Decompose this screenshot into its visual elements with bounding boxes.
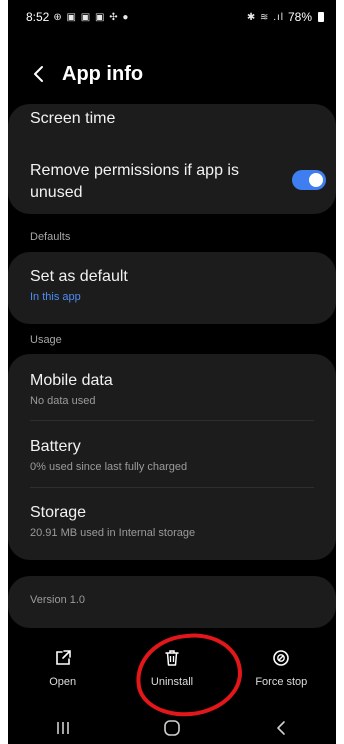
card-version: Version 1.0 bbox=[8, 576, 336, 628]
mobile-data-subtitle: No data used bbox=[30, 395, 96, 407]
defaults-section-label: Defaults bbox=[30, 231, 71, 243]
storage-subtitle: 20.91 MB used in Internal storage bbox=[30, 527, 196, 539]
battery-subtitle: 0% used since last fully charged bbox=[30, 461, 188, 473]
system-navigation-bar bbox=[8, 712, 336, 744]
back-arrow-icon[interactable] bbox=[28, 63, 50, 85]
set-as-default-item[interactable]: Set as default In this app bbox=[30, 266, 128, 303]
remove-permissions-toggle[interactable] bbox=[292, 170, 326, 190]
open-label: Open bbox=[49, 676, 77, 688]
recent-apps-icon[interactable] bbox=[43, 716, 83, 740]
force-stop-label: Force stop bbox=[255, 676, 308, 688]
version-text: Version 1.0 bbox=[30, 594, 86, 606]
battery-item[interactable]: Battery 0% used since last fully charged bbox=[30, 436, 187, 473]
card-usage: Mobile data No data used Battery 0% used… bbox=[8, 354, 336, 560]
battery-icon bbox=[318, 12, 324, 22]
remove-permissions-line1: Remove permissions if app is bbox=[30, 162, 239, 179]
force-stop-button[interactable]: Force stop bbox=[231, 648, 331, 688]
set-as-default-title: Set as default bbox=[30, 268, 128, 285]
remove-permissions-line2: unused bbox=[30, 184, 83, 201]
storage-title: Storage bbox=[30, 504, 87, 521]
status-time: 8:52 bbox=[26, 10, 50, 24]
toggle-knob bbox=[309, 173, 323, 187]
back-nav-icon[interactable] bbox=[261, 716, 301, 740]
mobile-data-item[interactable]: Mobile data No data used bbox=[30, 370, 113, 407]
set-as-default-subtitle: In this app bbox=[30, 291, 81, 303]
status-bar: 8:52 ⊕ ▣ ▣ ▣ ✣ ● ✱ ≋ .ıl 78% bbox=[8, 0, 336, 34]
screen-time-item[interactable]: Screen time bbox=[30, 108, 115, 130]
red-annotation-circle bbox=[132, 628, 246, 722]
stop-icon bbox=[271, 648, 291, 668]
card-top: Screen time Remove permissions if app is… bbox=[8, 104, 336, 214]
app-header: App info bbox=[8, 56, 336, 92]
usage-section-label: Usage bbox=[30, 334, 62, 346]
notification-icons: ⊕ ▣ ▣ ▣ ✣ ● bbox=[53, 11, 130, 23]
divider bbox=[30, 487, 314, 488]
card-defaults: Set as default In this app bbox=[8, 252, 336, 324]
mobile-data-title: Mobile data bbox=[30, 372, 113, 389]
remove-permissions-item[interactable]: Remove permissions if app is unused bbox=[30, 160, 280, 204]
signal-icons: ✱ ≋ .ıl bbox=[246, 11, 284, 23]
open-button[interactable]: Open bbox=[13, 648, 113, 688]
screen-time-title: Screen time bbox=[30, 110, 116, 127]
open-external-icon bbox=[53, 648, 73, 668]
page-title: App info bbox=[62, 62, 144, 85]
divider bbox=[30, 420, 314, 421]
home-icon[interactable] bbox=[152, 716, 192, 740]
battery-title: Battery bbox=[30, 438, 81, 455]
battery-percent: 78% bbox=[287, 10, 312, 24]
storage-item[interactable]: Storage 20.91 MB used in Internal storag… bbox=[30, 502, 195, 539]
phone-screen: 8:52 ⊕ ▣ ▣ ▣ ✣ ● ✱ ≋ .ıl 78% App info Sc… bbox=[8, 0, 336, 744]
